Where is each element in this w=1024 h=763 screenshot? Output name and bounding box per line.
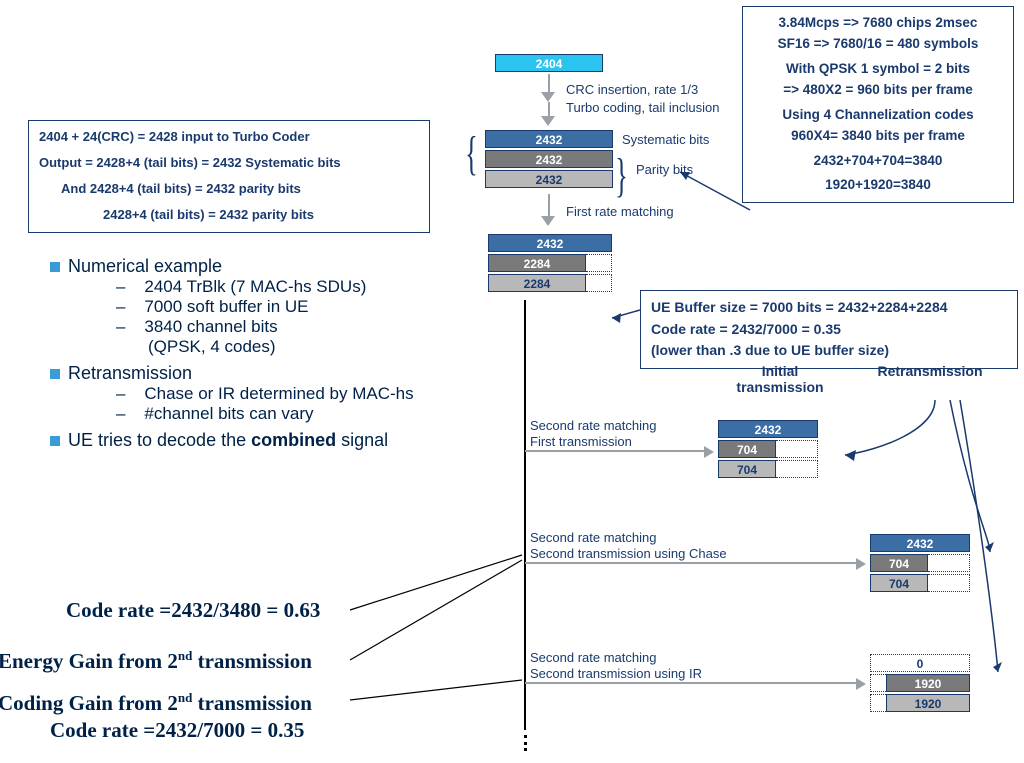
pointer-lines: [0, 0, 1024, 763]
